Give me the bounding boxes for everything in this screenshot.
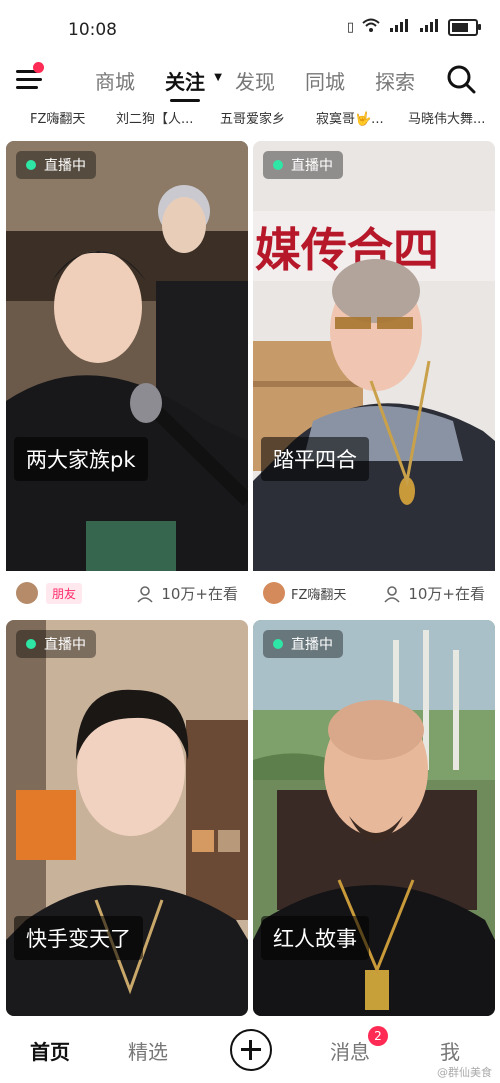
live-badge: 直播中: [16, 630, 96, 658]
live-dot-icon: [273, 160, 283, 170]
notification-dot: [33, 62, 44, 73]
live-dot-icon: [26, 639, 36, 649]
live-badge: 直播中: [263, 630, 343, 658]
live-badge: 直播中: [16, 151, 96, 179]
live-card[interactable]: 直播中 两大家族pk 朋友 10万+在看: [6, 141, 248, 615]
nav-messages[interactable]: 消息: [330, 1036, 370, 1065]
tab-discover[interactable]: 发现: [220, 66, 290, 95]
live-badge: 直播中: [263, 151, 343, 179]
card-meta: FZ嗨翻天 10万+在看: [253, 571, 495, 615]
top-tabs: 商城 关注 ▼ 发现 同城 探索: [80, 66, 430, 102]
live-thumbnail: [6, 141, 248, 571]
nav-home[interactable]: 首页: [30, 1036, 70, 1065]
live-badge-label: 直播中: [291, 637, 333, 653]
live-caption: 两大家族pk: [14, 437, 148, 481]
viewer-count-label: 10万+在看: [408, 585, 485, 603]
viewer-count: 10万+在看: [384, 583, 485, 604]
streamer-name: FZ嗨翻天: [291, 587, 347, 603]
live-dot-icon: [273, 639, 283, 649]
tab-following[interactable]: 关注 ▼: [150, 66, 222, 102]
nav-me[interactable]: 我: [440, 1036, 460, 1065]
watermark: @群仙美食: [437, 1066, 492, 1079]
live-card[interactable]: 直播中 红人故事: [253, 620, 495, 1016]
live-card[interactable]: 直播中 快手变天了: [6, 620, 248, 1016]
search-button[interactable]: [446, 64, 476, 94]
followed-user[interactable]: 五哥爱家乡: [220, 108, 296, 127]
viewers-icon: [384, 585, 400, 603]
viewers-icon: [137, 585, 153, 603]
status-bar: 10:08 ▯: [0, 0, 500, 58]
live-caption: 踏平四合: [261, 437, 369, 481]
bottom-nav: 首页 精选 消息 2 我 @群仙美食: [0, 1018, 500, 1083]
live-dot-icon: [26, 160, 36, 170]
live-caption: 快手变天了: [14, 916, 143, 960]
search-icon: [447, 65, 476, 94]
nav-featured[interactable]: 精选: [128, 1036, 168, 1065]
viewer-count: 10万+在看: [137, 583, 238, 604]
avatar[interactable]: [263, 582, 285, 604]
live-badge-label: 直播中: [44, 158, 86, 174]
viewer-count-label: 10万+在看: [161, 585, 238, 603]
active-tab-underline: [170, 99, 200, 102]
followed-user[interactable]: FZ嗨翻天: [30, 108, 100, 127]
signal-icon-2: [418, 18, 440, 36]
live-badge-label: 直播中: [44, 637, 86, 653]
messages-badge: 2: [368, 1026, 388, 1046]
tab-mall[interactable]: 商城: [80, 66, 150, 95]
signal-icon: [388, 18, 410, 36]
friend-tag: 朋友: [46, 582, 83, 604]
live-badge-label: 直播中: [291, 158, 333, 174]
tab-local[interactable]: 同城: [290, 66, 360, 95]
followed-users-strip: FZ嗨翻天 刘二狗【人... 五哥爱家乡 寂寞哥🤟... 马晓伟大舞...: [0, 108, 500, 132]
tab-explore[interactable]: 探索: [360, 66, 430, 95]
create-button[interactable]: [230, 1029, 272, 1071]
live-thumbnail: 媒传合四: [253, 141, 495, 571]
top-nav: 商城 关注 ▼ 发现 同城 探索: [0, 58, 500, 104]
battery-icon: [448, 18, 481, 36]
vibrate-icon: ▯: [346, 19, 354, 35]
live-caption: 红人故事: [261, 916, 369, 960]
tab-following-label: 关注: [165, 70, 205, 94]
status-icons: ▯: [346, 18, 481, 36]
live-card[interactable]: 媒传合四 直播中 踏平四合 FZ嗨翻天 10万+在看: [253, 141, 495, 615]
avatar[interactable]: [16, 582, 38, 604]
followed-user[interactable]: 刘二狗【人...: [116, 108, 202, 127]
followed-user[interactable]: 马晓伟大舞...: [408, 108, 494, 127]
followed-user[interactable]: 寂寞哥🤟...: [316, 108, 394, 127]
card-meta: 朋友 10万+在看: [6, 571, 248, 615]
wifi-icon: [362, 18, 380, 36]
status-time: 10:08: [68, 20, 117, 40]
